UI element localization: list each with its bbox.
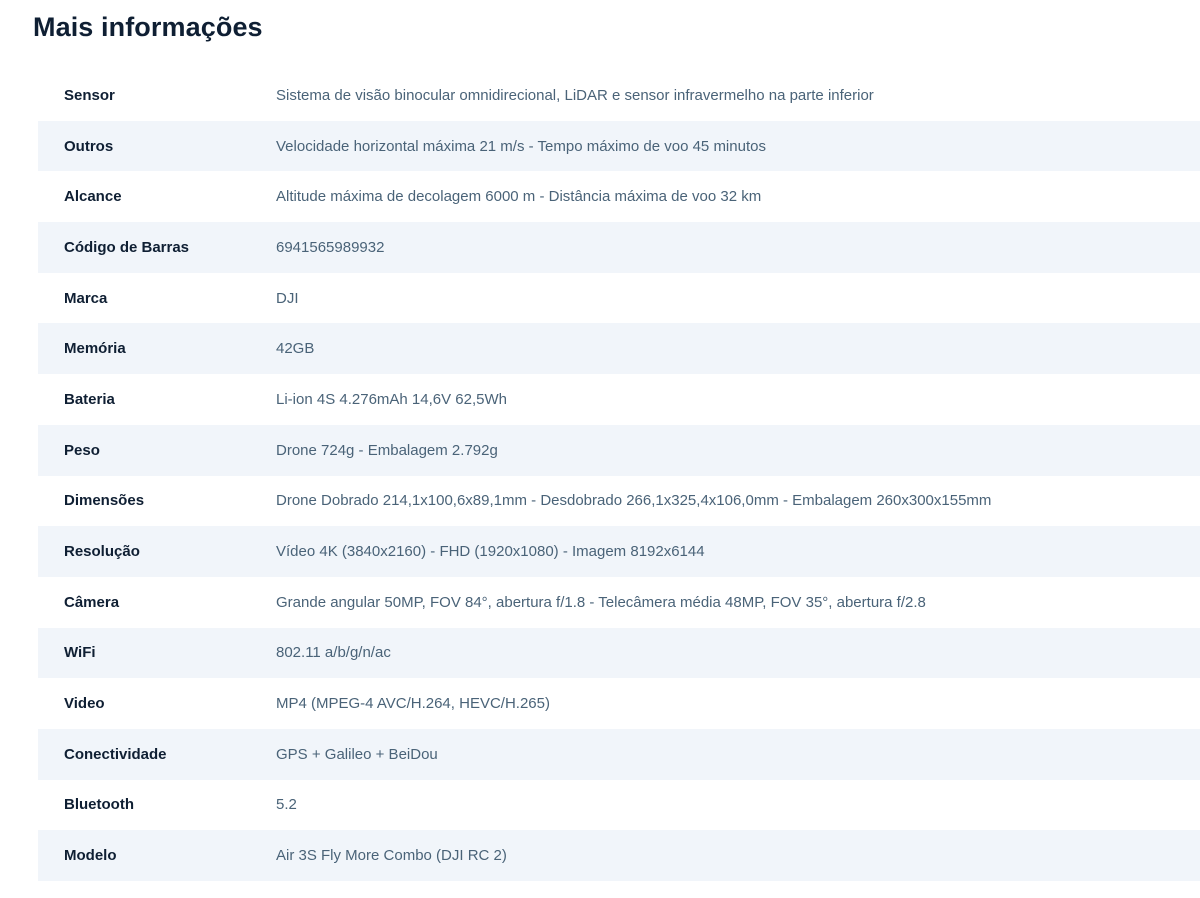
spec-label: Memória (64, 340, 126, 358)
spec-value: Air 3S Fly More Combo (DJI RC 2) (276, 847, 507, 865)
spec-value: 6941565989932 (276, 238, 385, 256)
spec-row-outros: Outros Velocidade horizontal máxima 21 m… (38, 120, 1200, 172)
spec-row-marca: Marca DJI (38, 273, 1200, 324)
spec-label: Outros (64, 137, 114, 155)
spec-value: Velocidade horizontal máxima 21 m/s - Te… (276, 137, 766, 155)
spec-row-bateria: Bateria Li-ion 4S 4.276mAh 14,6V 62,5Wh (38, 374, 1200, 425)
spec-row-alcance: Alcance Altitude máxima de decolagem 600… (38, 171, 1200, 222)
spec-value: MP4 (MPEG-4 AVC/H.264, HEVC/H.265) (276, 695, 550, 713)
spec-row-resolucao: Resolução Vídeo 4K (3840x2160) - FHD (19… (38, 526, 1200, 577)
specifications-body: Sensor Sistema de visão binocular omnidi… (38, 70, 1200, 881)
spec-value: Sistema de visão binocular omnidireciona… (276, 86, 874, 104)
spec-label: Alcance (64, 188, 122, 206)
spec-value: Grande angular 50MP, FOV 84°, abertura f… (276, 593, 926, 611)
specifications-table: Sensor Sistema de visão binocular omnidi… (38, 70, 1200, 881)
spec-row-bluetooth: Bluetooth 5.2 (38, 780, 1200, 831)
spec-label: Video (64, 695, 105, 713)
spec-value: Vídeo 4K (3840x2160) - FHD (1920x1080) -… (276, 543, 705, 561)
spec-label: Resolução (64, 543, 140, 561)
spec-label: Câmera (64, 593, 120, 611)
spec-label: Conectividade (64, 745, 167, 763)
spec-row-dimensoes: Dimensões Drone Dobrado 214,1x100,6x89,1… (38, 476, 1200, 527)
spec-row-peso: Peso Drone 724g - Embalagem 2.792g (38, 424, 1200, 476)
spec-value: 802.11 a/b/g/n/ac (276, 644, 391, 662)
spec-row-conectividade: Conectividade GPS + Galileo + BeiDou (38, 728, 1200, 780)
spec-label: Marca (64, 289, 108, 307)
spec-label: WiFi (64, 644, 96, 662)
spec-value: 42GB (276, 340, 315, 358)
spec-row-codigo-de-barras: Código de Barras 6941565989932 (38, 222, 1200, 273)
spec-label: Peso (64, 441, 100, 459)
spec-label: Sensor (64, 86, 115, 104)
spec-label: Dimensões (64, 492, 145, 510)
spec-value: GPS + Galileo + BeiDou (276, 745, 438, 763)
spec-label: Código de Barras (64, 238, 190, 256)
section-title: Mais informações (33, 12, 263, 42)
spec-value: Li-ion 4S 4.276mAh 14,6V 62,5Wh (276, 390, 507, 408)
spec-row-memoria: Memória 42GB (38, 323, 1200, 375)
spec-value: DJI (276, 289, 299, 307)
spec-label: Bateria (64, 390, 115, 408)
spec-label: Modelo (64, 847, 117, 865)
spec-value: Drone 724g - Embalagem 2.792g (276, 441, 498, 459)
spec-value: 5.2 (276, 796, 297, 814)
spec-value: Altitude máxima de decolagem 6000 m - Di… (276, 188, 762, 206)
spec-row-modelo: Modelo Air 3S Fly More Combo (DJI RC 2) (38, 830, 1200, 881)
spec-row-camera: Câmera Grande angular 50MP, FOV 84°, abe… (38, 577, 1200, 628)
spec-row-video: Video MP4 (MPEG-4 AVC/H.264, HEVC/H.265) (38, 678, 1200, 729)
spec-row-sensor: Sensor Sistema de visão binocular omnidi… (38, 70, 1200, 121)
spec-label: Bluetooth (64, 796, 134, 814)
spec-value: Drone Dobrado 214,1x100,6x89,1mm - Desdo… (276, 492, 992, 510)
spec-row-wifi: WiFi 802.11 a/b/g/n/ac (38, 627, 1200, 679)
